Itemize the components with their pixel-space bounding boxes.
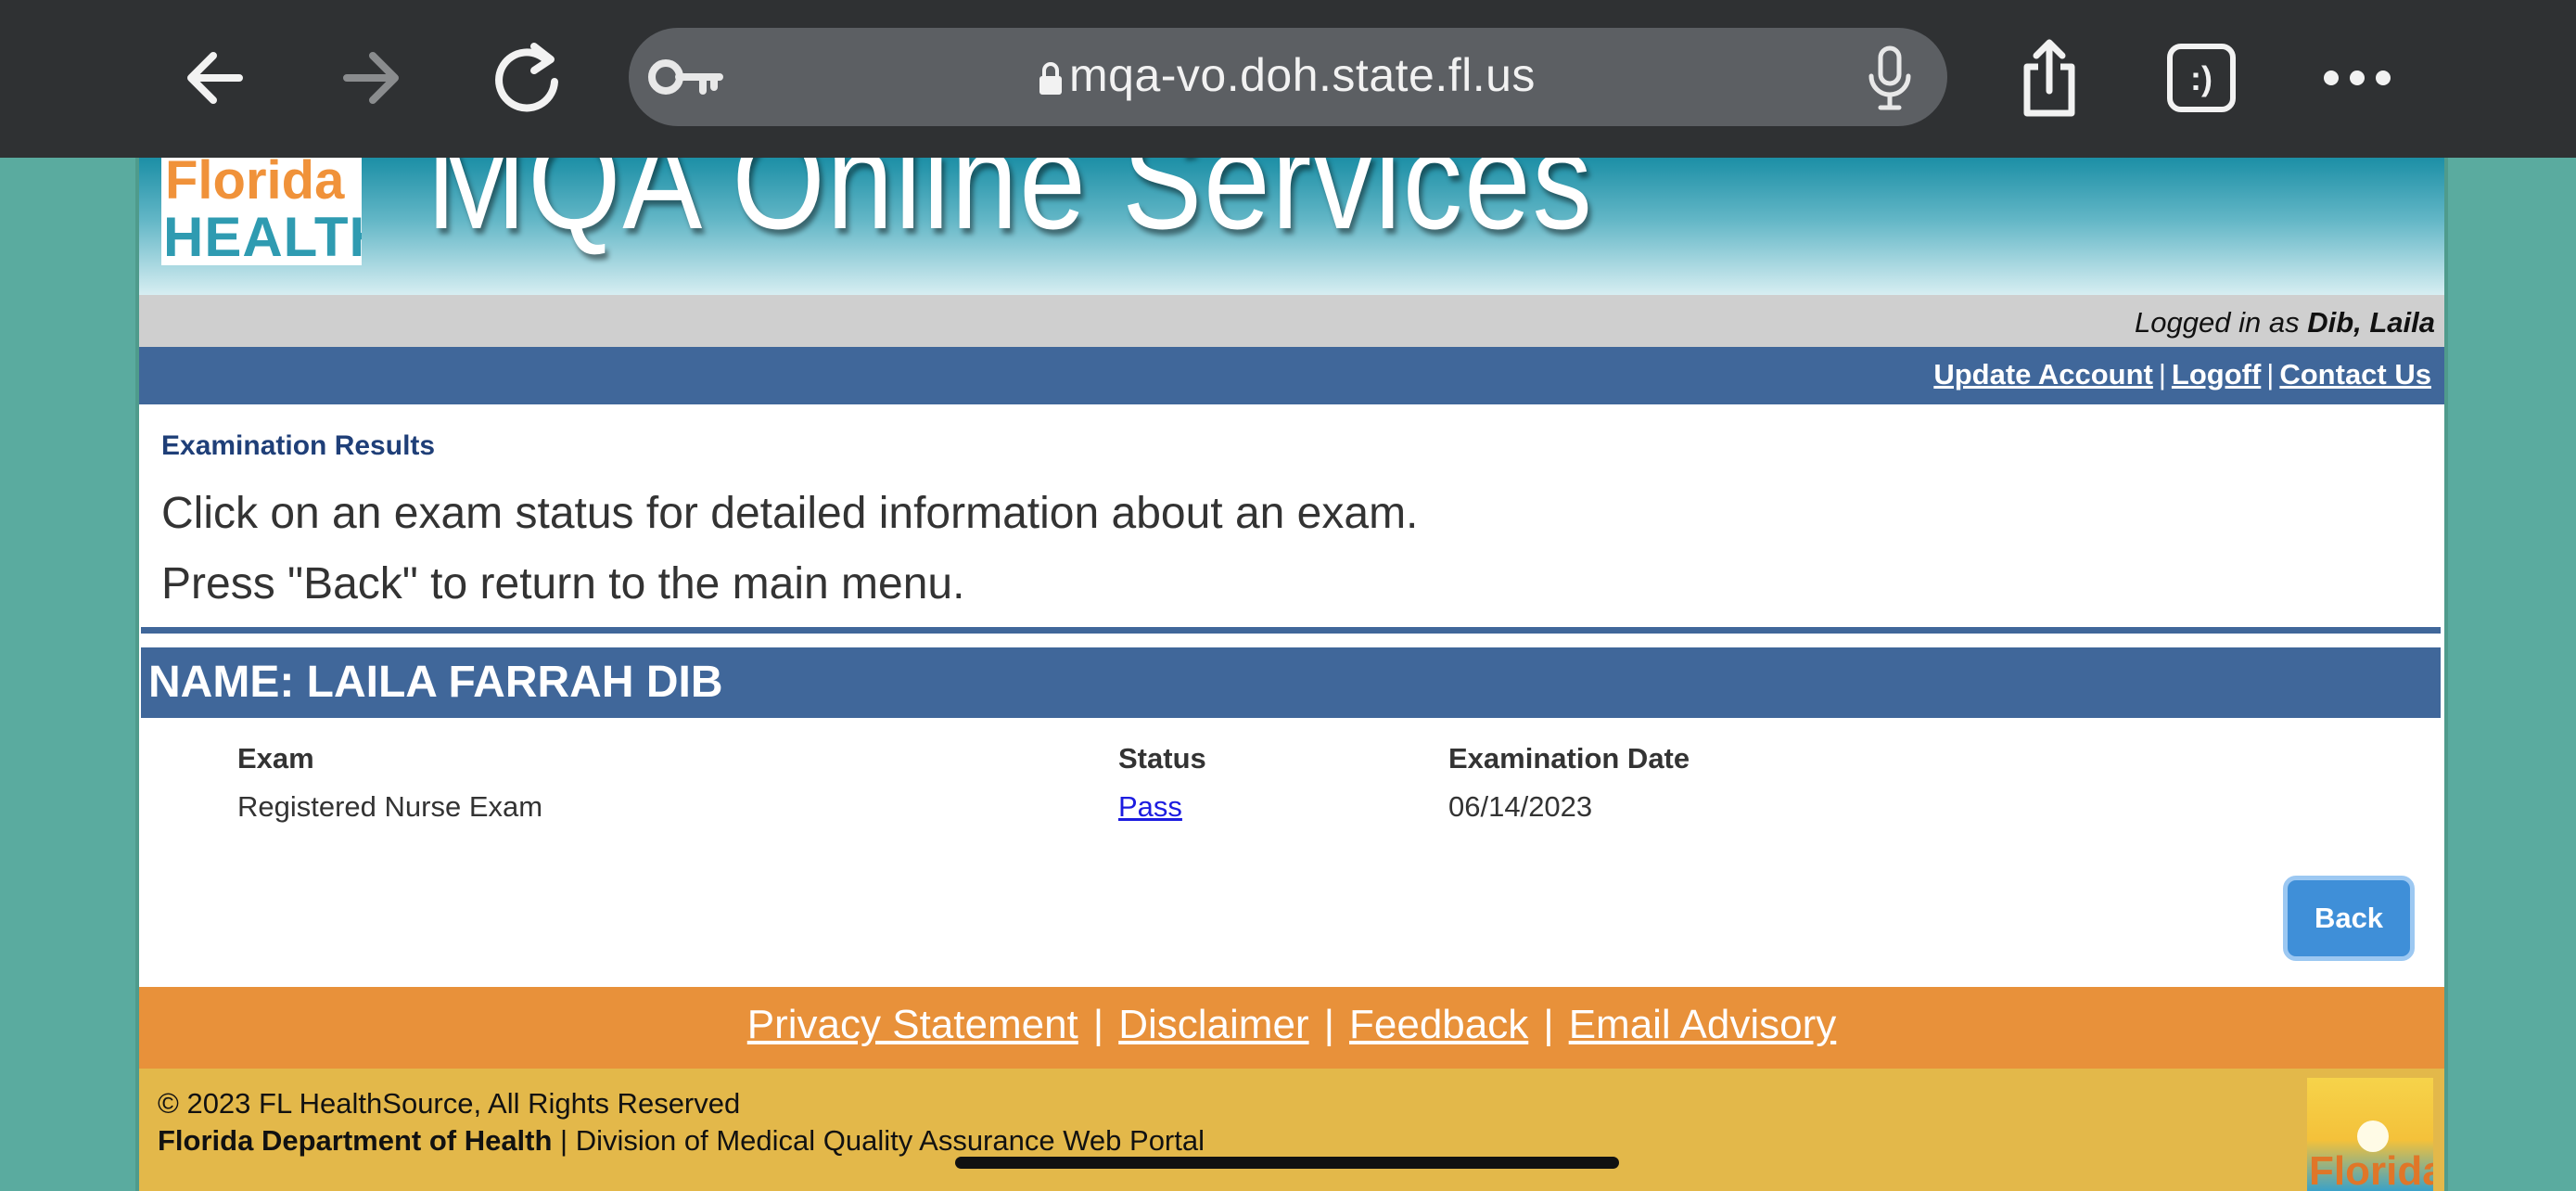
site-title: MQA Online Services: [427, 158, 1594, 258]
lock-icon: [1039, 62, 1062, 95]
org-name: Florida Department of Health: [158, 1124, 553, 1157]
footer-links-bar: Privacy Statement | Disclaimer | Feedback | Em…: [139, 987, 2444, 1069]
footer-info: © 2023 FL HealthSource, All Rights Reser…: [139, 1069, 2444, 1191]
section-title: Examination Results: [161, 430, 436, 461]
org-text: Florida Department of Health | Division …: [158, 1124, 1205, 1158]
status-cell: Pass: [1118, 790, 1182, 824]
copyright-text: © 2023 FL HealthSource, All Rights Reser…: [158, 1087, 741, 1120]
more-icon[interactable]: [2313, 33, 2402, 122]
page-content: Florida HEALTH MQA Online Services Logge…: [135, 158, 2448, 1191]
reload-icon[interactable]: [482, 33, 571, 122]
florida-logo-text: Florida: [2309, 1148, 2433, 1191]
name-bar: NAME: LAILA FARRAH DIB: [141, 647, 2441, 718]
key-icon[interactable]: [645, 46, 729, 108]
footer-links: Privacy Statement | Disclaimer | Feedback | Em…: [747, 1002, 1836, 1048]
feedback-link[interactable]: Feedback: [1349, 1002, 1528, 1047]
exam-name-cell: Registered Nurse Exam: [237, 790, 543, 823]
account-links: Update Account | Logoff | Contact Us: [1933, 358, 2431, 391]
candidate-name: NAME: LAILA FARRAH DIB: [148, 658, 723, 707]
florida-logo[interactable]: Florida: [2307, 1078, 2433, 1191]
column-header-date: Examination Date: [1448, 742, 1690, 775]
footer-separator: |: [1543, 1002, 1554, 1047]
exam-date-cell: 06/14/2023: [1448, 790, 1593, 823]
browser-toolbar: mqa-vo.doh.state.fl.us :): [0, 0, 2576, 158]
microphone-icon[interactable]: [1862, 45, 1918, 111]
footer-separator: |: [1092, 1002, 1104, 1047]
logo-line-1: Florida: [165, 158, 345, 211]
address-bar[interactable]: mqa-vo.doh.state.fl.us: [629, 28, 1947, 126]
sun-icon: [2357, 1121, 2389, 1152]
url-text[interactable]: mqa-vo.doh.state.fl.us: [1069, 48, 1536, 102]
tabs-icon[interactable]: :): [2157, 33, 2246, 122]
privacy-statement-link[interactable]: Privacy Statement: [747, 1002, 1078, 1047]
exam-status-link[interactable]: Pass: [1118, 790, 1182, 823]
logo-line-2: HEALTH: [163, 206, 362, 265]
link-separator: |: [2158, 358, 2166, 391]
logoff-link[interactable]: Logoff: [2172, 358, 2261, 391]
forward-arrow-icon[interactable]: [326, 33, 415, 122]
org-division: | Division of Medical Quality Assurance …: [552, 1124, 1205, 1157]
instruction-text-2: Press "Back" to return to the main menu.: [161, 559, 965, 608]
logged-in-text: Logged in as Dib, Laila: [2135, 306, 2435, 339]
logged-in-bar: Logged in as Dib, Laila: [139, 295, 2444, 347]
update-account-link[interactable]: Update Account: [1933, 358, 2153, 391]
email-advisory-link[interactable]: Email Advisory: [1569, 1002, 1837, 1047]
home-indicator[interactable]: [955, 1157, 1619, 1169]
contact-us-link[interactable]: Contact Us: [2279, 358, 2431, 391]
logged-in-user: Dib, Laila: [2307, 306, 2435, 339]
tab-count: :): [2190, 59, 2213, 97]
back-arrow-icon[interactable]: [174, 33, 263, 122]
column-header-status: Status: [1118, 742, 1206, 775]
account-links-bar: Update Account | Logoff | Contact Us: [139, 347, 2444, 404]
divider: [141, 627, 2441, 634]
site-banner: Florida HEALTH MQA Online Services: [139, 158, 2444, 295]
footer-separator: |: [1323, 1002, 1335, 1047]
instruction-text-1: Click on an exam status for detailed inf…: [161, 489, 1419, 538]
disclaimer-link[interactable]: Disclaimer: [1118, 1002, 1308, 1047]
back-button[interactable]: Back: [2283, 876, 2415, 961]
share-icon[interactable]: [2005, 33, 2094, 122]
logged-in-prefix: Logged in as: [2135, 306, 2308, 339]
column-header-exam: Exam: [237, 742, 314, 775]
link-separator: |: [2266, 358, 2275, 391]
florida-health-logo[interactable]: Florida HEALTH: [161, 158, 362, 265]
